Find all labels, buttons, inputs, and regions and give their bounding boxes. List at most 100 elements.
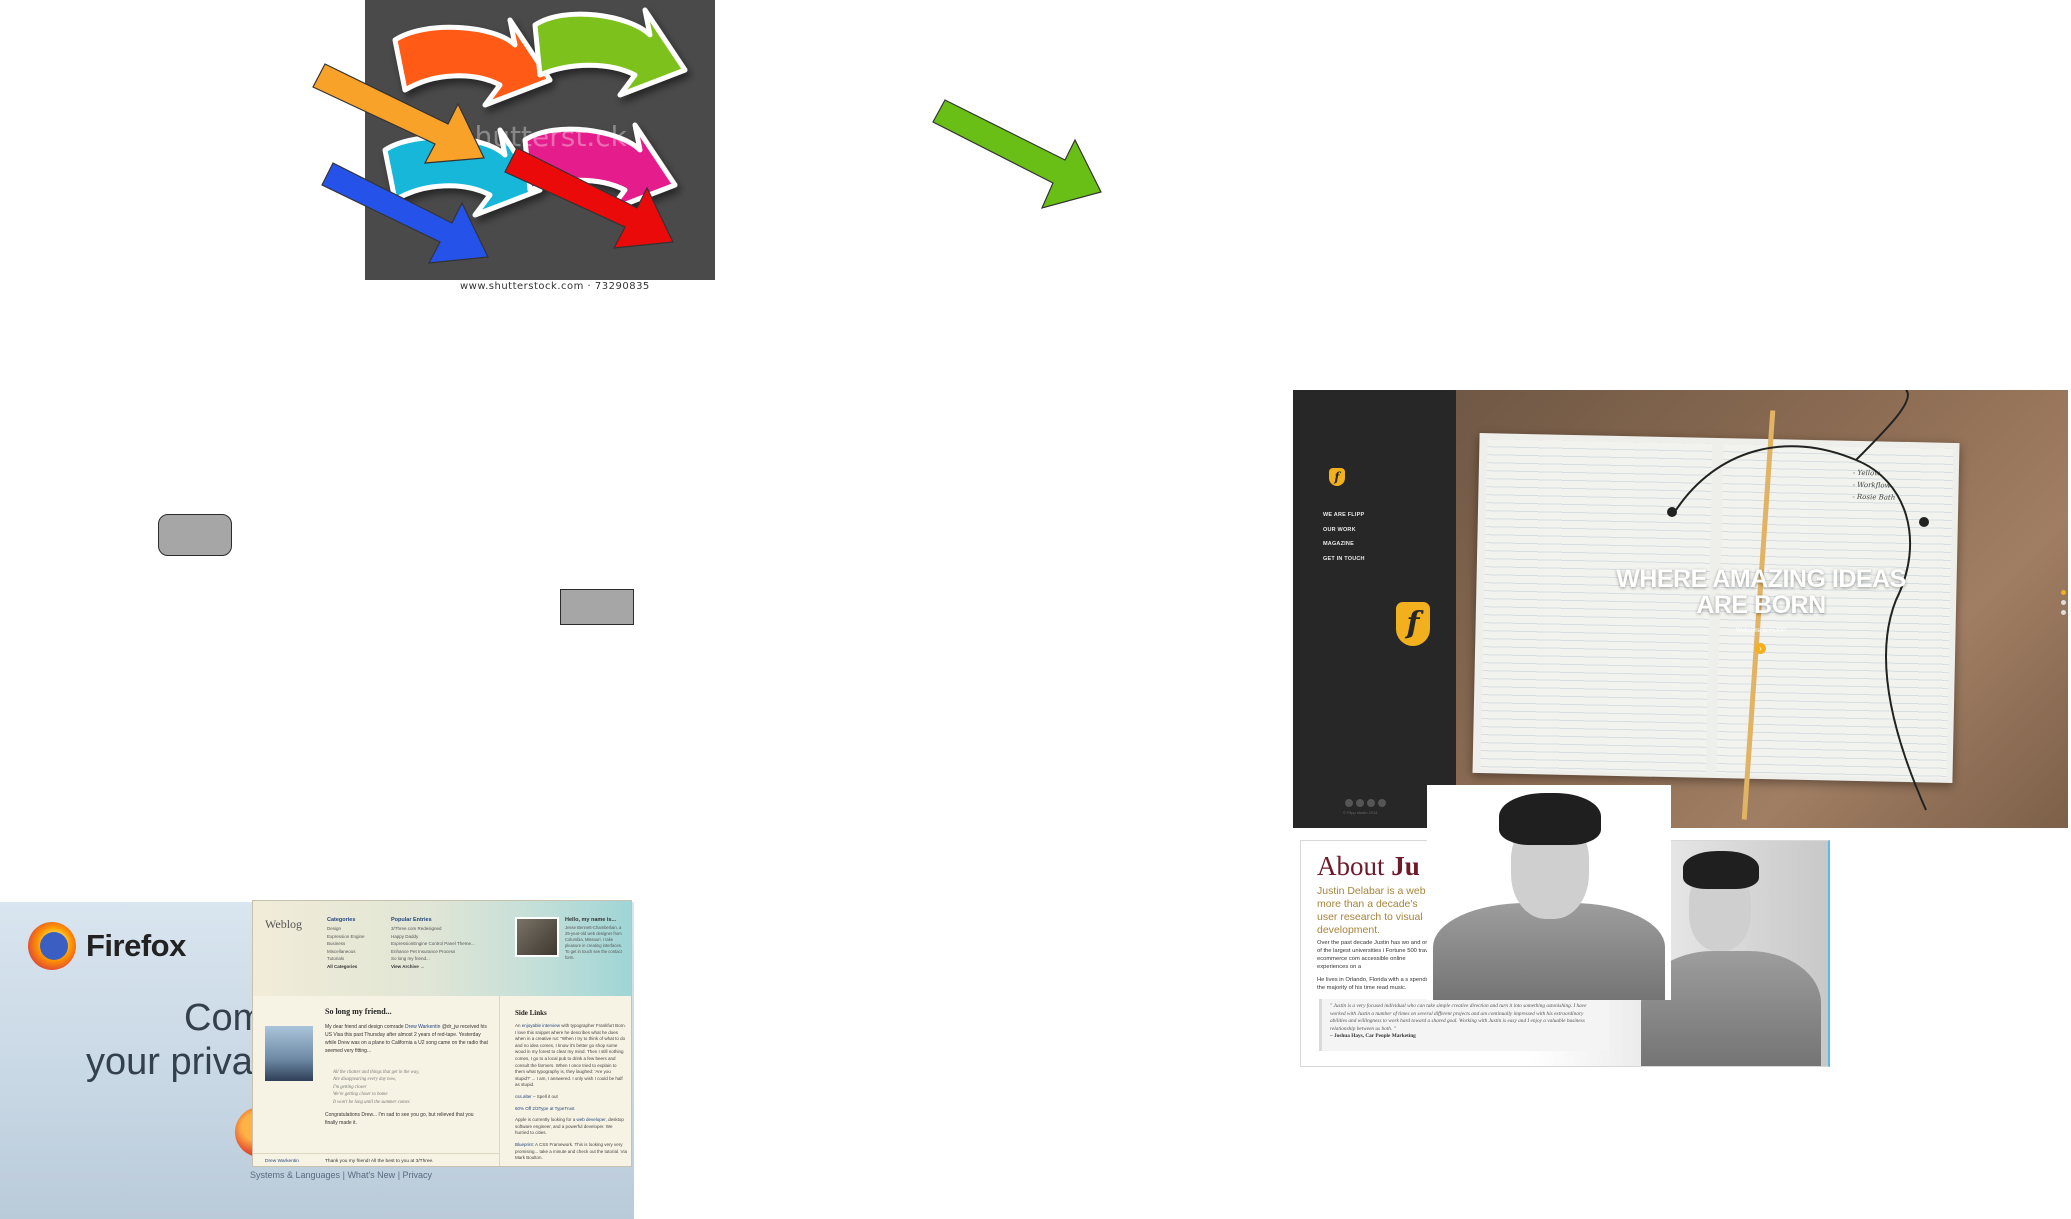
category-link[interactable]: Tutorials: [327, 955, 365, 963]
stock-watermark: shutterst.ck: [460, 120, 627, 153]
side-links: An enjoyable interview with typographer …: [515, 1023, 627, 1166]
flipp-sidebar: f WE ARE FLIPP OUR WORK MAGAZINE GET IN …: [1293, 390, 1456, 828]
social-icon[interactable]: [1367, 799, 1375, 807]
hero-background: - Yellow - Workflow - Rosie Bath WHERE A…: [1456, 390, 2068, 828]
about-title: About Ju: [1317, 851, 1420, 882]
post-title[interactable]: So long my friend...: [325, 1007, 392, 1016]
square-gray-button[interactable]: [560, 589, 634, 625]
side-links-heading: Side Links: [515, 1009, 547, 1017]
popular-entry-link[interactable]: ExpressionEngine Control Panel Theme...: [391, 940, 475, 948]
hello-text: Jesse Bennett-Chamberlain, a 25-year-old…: [565, 925, 623, 960]
firefox-brand[interactable]: Firefox: [86, 928, 186, 964]
quote-line: I'm getting closer: [333, 1084, 367, 1090]
popular-entry-link[interactable]: Enhance Pet Insurance Process: [391, 948, 475, 956]
nav-item-our-work[interactable]: OUR WORK: [1323, 523, 1365, 538]
social-icon[interactable]: [1378, 799, 1386, 807]
nav-item-magazine[interactable]: MAGAZINE: [1323, 537, 1365, 552]
footer-link-systems[interactable]: Systems & Languages: [250, 1170, 340, 1180]
about-lead: Justin Delabar is a web more than a deca…: [1317, 885, 1426, 936]
popular-heading: Popular Entries: [391, 917, 432, 923]
flipp-website: - Yellow - Workflow - Rosie Bath WHERE A…: [1293, 390, 2068, 828]
category-link[interactable]: Expression Engine: [327, 933, 365, 941]
weblog-title[interactable]: Weblog: [265, 917, 302, 932]
footer-link-privacy[interactable]: Privacy: [403, 1170, 433, 1180]
firefox-headline-line1: Com: [184, 997, 265, 1039]
web-developer-link[interactable]: web developer: [577, 1117, 606, 1122]
hero-welcome: Welcome to FLIPP: [1736, 628, 1786, 634]
flipp-nav: WE ARE FLIPP OUR WORK MAGAZINE GET IN TO…: [1323, 508, 1365, 566]
justin-photo: [1427, 785, 1671, 1000]
footer-separator: |: [397, 1170, 401, 1180]
social-icon[interactable]: [1345, 799, 1353, 807]
post-congrats: Congratulations Drew... I'm sad to see y…: [325, 1112, 474, 1126]
quote-line: It won't be long until the summer comes: [333, 1099, 410, 1105]
popular-entry-link[interactable]: So long my friend...: [391, 955, 475, 963]
comment-author[interactable]: Drew Warkentin: [265, 1159, 299, 1164]
testimonial-quote: " Justin is a very focused individual wh…: [1319, 999, 1609, 1051]
category-link[interactable]: Business: [327, 940, 365, 948]
category-link[interactable]: Miscellaneous: [327, 948, 365, 956]
slide-dot[interactable]: [2061, 590, 2066, 595]
all-categories-link[interactable]: All Categories: [327, 963, 365, 971]
hello-heading: Hello, my name is...: [565, 917, 617, 923]
firefox-headline: Com your privac: [86, 996, 272, 1084]
testimonial-author: – Joshua Hays, Car People Marketing: [1330, 1033, 1416, 1040]
column-divider: [499, 996, 500, 1166]
quote-line: We're getting closer to home: [333, 1092, 388, 1098]
nav-item-we-are-flipp[interactable]: WE ARE FLIPP: [1323, 508, 1365, 523]
popular-entry-link[interactable]: 3/Three.com Redesigned: [391, 925, 475, 933]
weblog-page: Weblog Categories Design Expression Engi…: [252, 900, 632, 1167]
footer-separator: |: [342, 1170, 345, 1180]
about-paragraph: He lives in Orlando, Florida with a s sp…: [1317, 977, 1429, 991]
hero-headline-line1: WHERE AMAZING IDEAS: [1616, 565, 1906, 593]
blueprint-link[interactable]: Blueprint: [515, 1142, 533, 1147]
quote-line: All the chatter and things that get in t…: [333, 1070, 420, 1075]
hero-next-button[interactable]: ›: [1755, 643, 1766, 654]
flipp-logo-large-icon: f: [1396, 602, 1430, 646]
flipp-copyright: © Flipp studio 2014: [1343, 810, 1378, 815]
about-title-name: Ju: [1391, 851, 1420, 881]
side-text: with typographer Frankfurt Born. I love …: [515, 1023, 626, 1088]
side-text: – Spell it out: [531, 1093, 558, 1099]
typetrust-link[interactable]: 60% Off 2/3Type at TypeTrust: [515, 1106, 627, 1113]
slide-pagination: [2061, 590, 2066, 620]
post-body: My dear friend and design comrade Drew W…: [325, 1023, 493, 1055]
categories-heading: Categories: [327, 917, 356, 923]
firefox-footer: Systems & Languages | What's New | Priva…: [250, 1170, 432, 1180]
about-paragraph: Over the past decade Justin has wo and o…: [1317, 940, 1435, 970]
side-text: An: [515, 1023, 522, 1028]
comment-row: Drew Warkentin Thank you my friend! All …: [253, 1153, 499, 1166]
green-arrow-icon: [932, 99, 1102, 209]
about-body: Over the past decade Justin has wo and o…: [1317, 939, 1437, 997]
post-thumbnail: [265, 1026, 313, 1081]
category-link[interactable]: Design: [327, 925, 365, 933]
author-avatar: [515, 917, 559, 957]
side-text: Apple is currently looking for a: [515, 1117, 577, 1123]
stock-arrows-image: shutterst.ck: [365, 0, 715, 280]
firefox-headline-line2: your privac: [86, 1041, 272, 1083]
hero-headline: WHERE AMAZING IDEAS ARE BORN: [1576, 566, 1946, 618]
css-alter-link[interactable]: css.alter: [515, 1094, 532, 1099]
testimonial-text: " Justin is a very focused individual wh…: [1330, 1003, 1587, 1032]
quote-line: Are disappearing every day now,: [333, 1077, 397, 1083]
flipp-logo-small-icon[interactable]: f: [1329, 468, 1345, 486]
popular-entry-link[interactable]: Happy Daddy: [391, 933, 475, 941]
stock-caption: www.shutterstock.com · 73290835: [460, 281, 650, 292]
rounded-gray-button[interactable]: [158, 514, 232, 556]
drew-link[interactable]: Drew Warkentin: [405, 1024, 440, 1030]
slide-dot[interactable]: [2061, 610, 2066, 615]
footer-link-whats-new[interactable]: What's New: [347, 1170, 395, 1180]
hero-headline-line2: ARE BORN: [1696, 591, 1826, 619]
comment-text: Thank you my friend! All the best to you…: [325, 1159, 434, 1164]
categories-list: Design Expression Engine Business Miscel…: [327, 925, 365, 970]
view-archive-link[interactable]: View Archive →: [391, 963, 475, 971]
slide-dot[interactable]: [2061, 600, 2066, 605]
nav-item-get-in-touch[interactable]: GET IN TOUCH: [1323, 552, 1365, 567]
social-icon[interactable]: [1356, 799, 1364, 807]
post-body-text: My dear friend and design comrade: [325, 1024, 406, 1030]
interview-link[interactable]: enjoyable interview: [522, 1023, 560, 1028]
firefox-globe-icon: [40, 932, 68, 960]
popular-list: 3/Three.com Redesigned Happy Daddy Expre…: [391, 925, 475, 970]
side-text: : A CSS Framework. This is looking very …: [515, 1141, 627, 1161]
about-title-text: About: [1317, 851, 1392, 881]
